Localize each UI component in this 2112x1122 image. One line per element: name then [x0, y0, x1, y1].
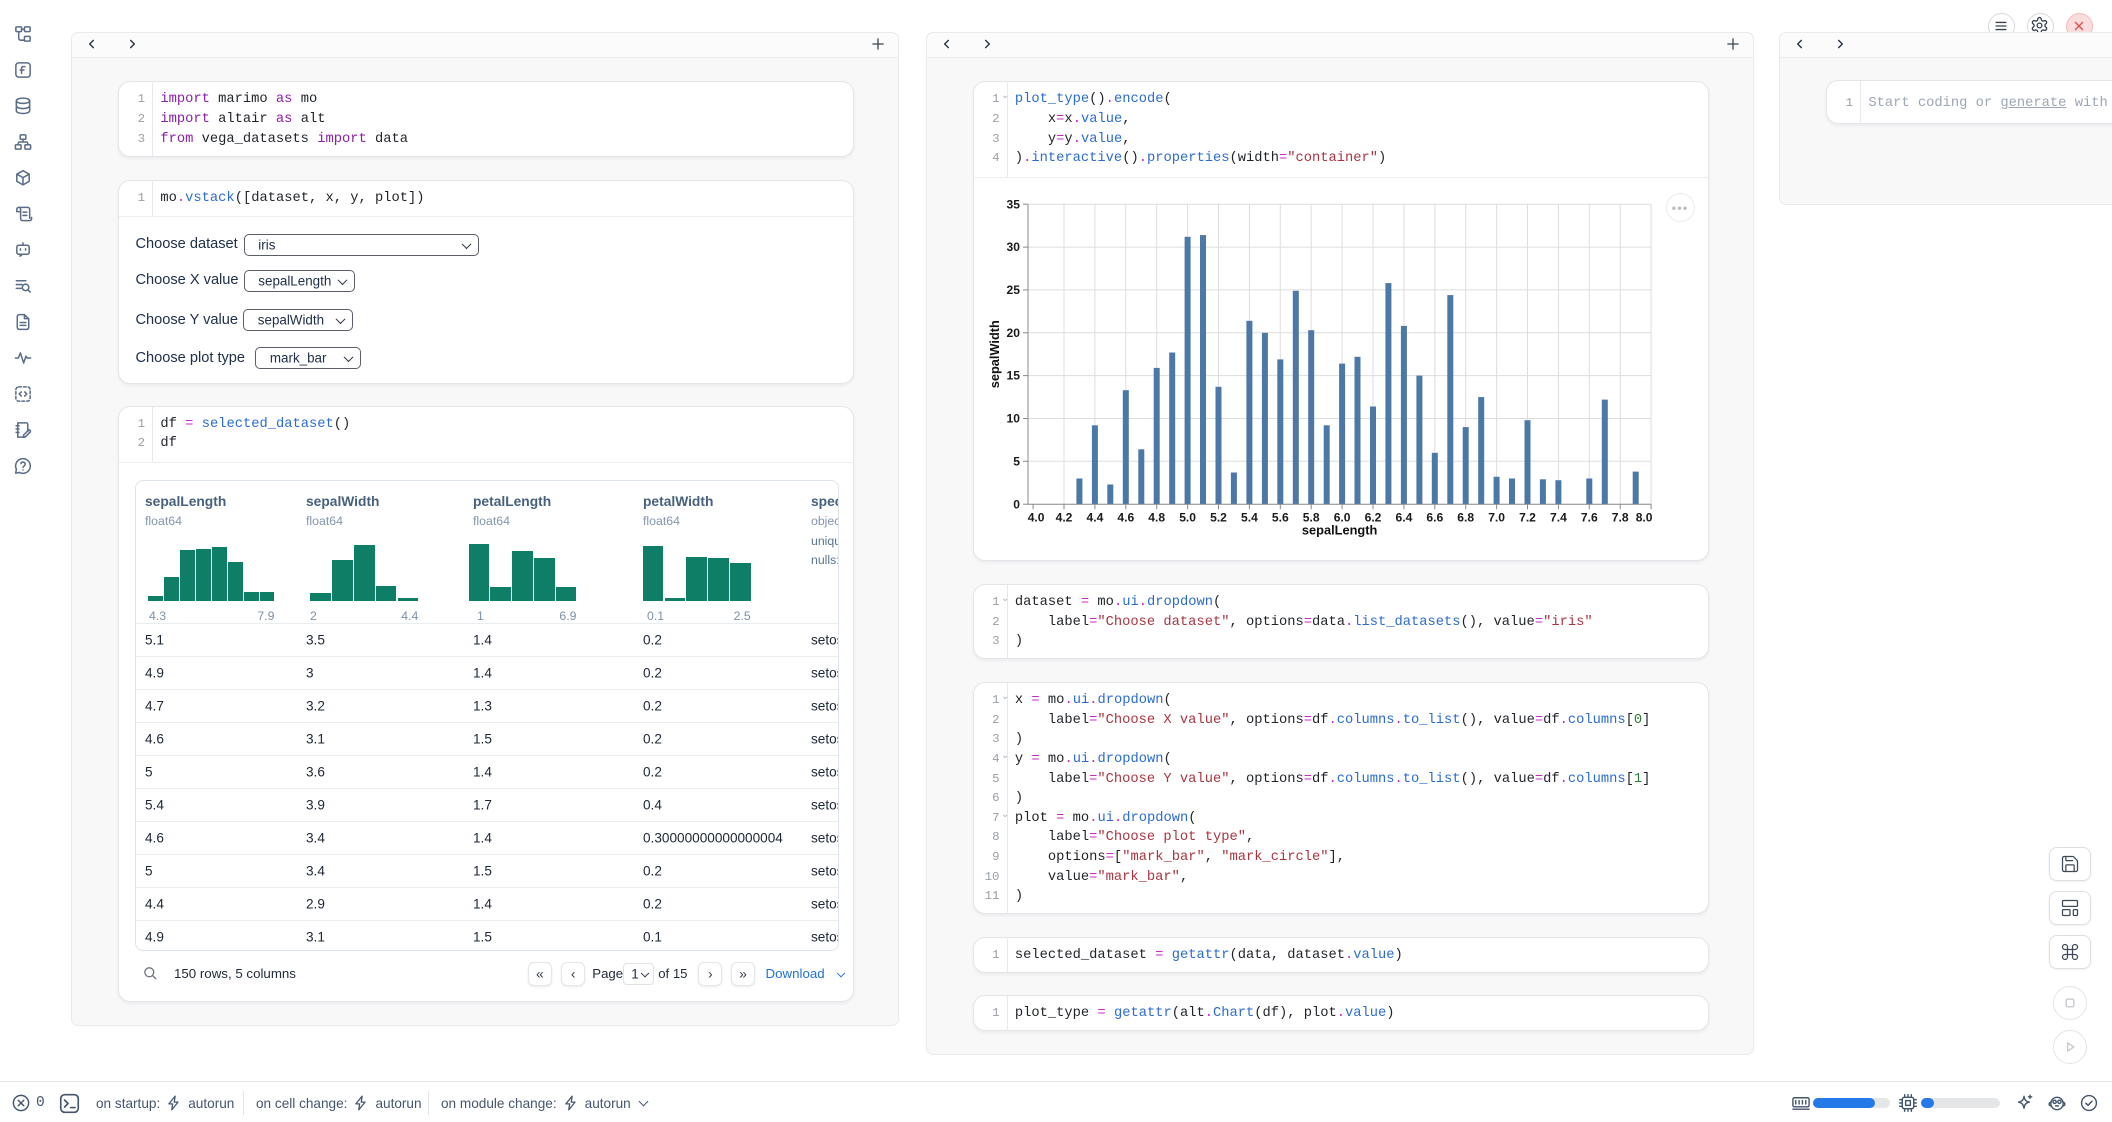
- svg-text:15: 15: [1006, 368, 1020, 382]
- svg-text:7.2: 7.2: [1519, 510, 1536, 524]
- svg-text:5.4: 5.4: [1240, 510, 1257, 524]
- svg-text:7.8: 7.8: [1611, 510, 1628, 524]
- svg-text:sepalLength: sepalLength: [1301, 522, 1377, 537]
- svg-text:6.6: 6.6: [1426, 510, 1443, 524]
- svg-text:5.6: 5.6: [1271, 510, 1288, 524]
- svg-text:7.4: 7.4: [1549, 510, 1566, 524]
- svg-text:25: 25: [1006, 283, 1020, 297]
- svg-text:6.4: 6.4: [1395, 510, 1412, 524]
- svg-text:5.0: 5.0: [1179, 510, 1196, 524]
- svg-text:sepalWidth: sepalWidth: [987, 320, 1002, 388]
- svg-text:10: 10: [1006, 411, 1020, 425]
- svg-text:0: 0: [1013, 497, 1020, 511]
- svg-text:20: 20: [1006, 326, 1020, 340]
- svg-text:4.2: 4.2: [1055, 510, 1072, 524]
- svg-text:4.6: 4.6: [1117, 510, 1134, 524]
- svg-text:7.0: 7.0: [1488, 510, 1505, 524]
- svg-text:8.0: 8.0: [1635, 510, 1652, 524]
- svg-text:5: 5: [1013, 454, 1020, 468]
- svg-text:6.8: 6.8: [1457, 510, 1474, 524]
- svg-text:30: 30: [1006, 240, 1020, 254]
- svg-text:4.4: 4.4: [1086, 510, 1103, 524]
- svg-text:7.6: 7.6: [1580, 510, 1597, 524]
- svg-text:35: 35: [1006, 197, 1020, 211]
- svg-text:4.0: 4.0: [1027, 510, 1044, 524]
- svg-text:5.2: 5.2: [1210, 510, 1227, 524]
- svg-text:4.8: 4.8: [1148, 510, 1165, 524]
